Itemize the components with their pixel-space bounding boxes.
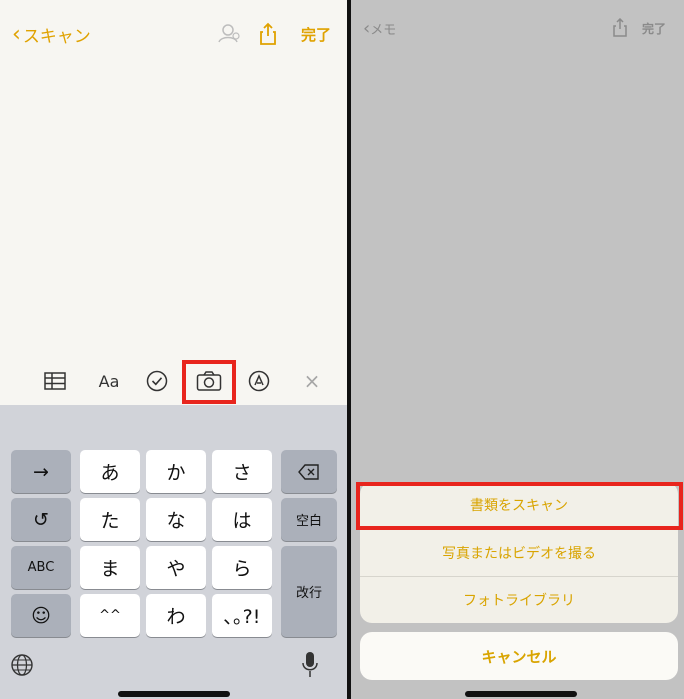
microphone-icon[interactable]	[302, 651, 318, 679]
markup-pen-icon[interactable]	[247, 369, 271, 393]
home-indicator	[118, 691, 230, 697]
globe-icon[interactable]	[10, 653, 36, 679]
chevron-left-icon: ‹	[363, 18, 371, 39]
text-style-button[interactable]: Aa	[94, 369, 124, 393]
back-label: メモ	[370, 23, 397, 38]
notes-editor-panel: ‹ スキャン 完了 Aa × → ↺ ABC ☺ あ か さ た な は ま や…	[0, 0, 347, 699]
key-ka[interactable]: か	[146, 450, 206, 493]
checklist-icon[interactable]	[145, 369, 169, 393]
key-punctuation[interactable]: ､｡?!	[212, 594, 272, 637]
key-undo[interactable]: ↺	[11, 498, 71, 541]
table-icon[interactable]	[42, 369, 68, 393]
share-icon[interactable]	[258, 22, 278, 50]
key-ya[interactable]: や	[146, 546, 206, 589]
key-wa[interactable]: わ	[146, 594, 206, 637]
done-button[interactable]: 完了	[301, 24, 331, 45]
close-icon[interactable]: ×	[300, 369, 324, 393]
key-ha[interactable]: は	[212, 498, 272, 541]
collaborate-icon[interactable]	[215, 22, 241, 48]
key-a[interactable]: あ	[80, 450, 140, 493]
chevron-left-icon: ‹	[12, 21, 21, 47]
home-indicator	[465, 691, 577, 697]
notes-toolbar: Aa ×	[0, 357, 347, 405]
share-icon[interactable]	[612, 17, 628, 42]
cancel-button[interactable]: キャンセル	[360, 632, 678, 680]
key-ma[interactable]: ま	[80, 546, 140, 589]
take-photo-option[interactable]: 写真またはビデオを撮る	[360, 530, 678, 576]
key-ta[interactable]: た	[80, 498, 140, 541]
key-dakuten[interactable]: ^^	[80, 594, 140, 637]
done-button[interactable]: 完了	[642, 20, 666, 37]
key-arrow[interactable]: →	[11, 450, 71, 493]
photo-library-option[interactable]: フォトライブラリ	[360, 577, 678, 623]
key-abc[interactable]: ABC	[11, 546, 71, 589]
back-button[interactable]: ‹ メモ	[363, 18, 396, 39]
camera-highlight-box	[182, 360, 236, 404]
key-sa[interactable]: さ	[212, 450, 272, 493]
back-label: スキャン	[22, 27, 91, 47]
delete-icon[interactable]	[281, 450, 337, 493]
japanese-flick-keyboard: → ↺ ABC ☺ あ か さ た な は ま や ら ^^ わ ､｡?! 空白…	[0, 405, 347, 699]
scan-highlight-box	[356, 482, 683, 530]
action-sheet-panel: ‹ メモ 完了 書類をスキャン 写真またはビデオを撮る フォトライブラリ キャン…	[351, 0, 684, 699]
key-na[interactable]: な	[146, 498, 206, 541]
key-ra[interactable]: ら	[212, 546, 272, 589]
space-key[interactable]: 空白	[281, 498, 337, 541]
key-emoji[interactable]: ☺	[11, 594, 71, 637]
return-key[interactable]: 改行	[281, 546, 337, 637]
back-button[interactable]: ‹ スキャン	[12, 22, 91, 47]
